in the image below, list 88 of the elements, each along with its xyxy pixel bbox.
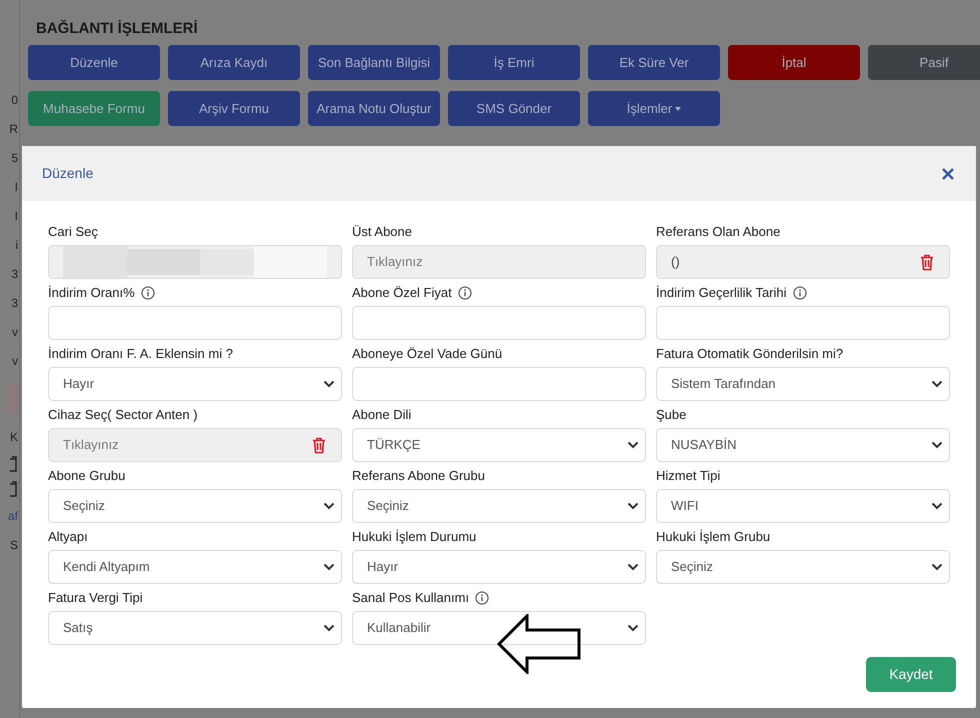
field-label: Referans Olan Abone: [656, 222, 780, 241]
input-field[interactable]: [352, 306, 646, 340]
chevron-down-icon: [323, 380, 335, 388]
input-field[interactable]: [48, 306, 342, 340]
chevron-down-icon: [323, 502, 335, 510]
chevron-down-icon: [627, 563, 639, 571]
sidebar-text: I: [14, 208, 18, 225]
field-label: İndirim Geçerlilik Tarihi: [656, 284, 787, 302]
select-field[interactable]: TÜRKÇE: [352, 428, 646, 462]
action-button[interactable]: Arıza Kaydı: [168, 45, 300, 80]
chevron-down-icon: [627, 624, 639, 632]
picker-field[interactable]: Tıklayınız: [48, 428, 342, 462]
select-field[interactable]: Seçiniz: [48, 489, 342, 523]
sidebar-text: v: [12, 324, 18, 341]
picker-field[interactable]: Tıklayınız: [352, 245, 646, 279]
action-button[interactable]: Arşiv Formu: [168, 91, 300, 126]
input-field[interactable]: [352, 367, 646, 401]
field-label: Hukuki İşlem Durumu: [352, 528, 476, 546]
trash-icon[interactable]: [919, 254, 935, 270]
select-field[interactable]: Kullanabilir: [352, 611, 646, 645]
field-label: İndirim Oranı%: [48, 284, 135, 302]
field-label: Hukuki İşlem Grubu: [656, 528, 770, 546]
sidebar-text: I: [14, 179, 18, 196]
action-button[interactable]: Muhasebe Formu: [28, 91, 160, 126]
field-label: Referans Abone Grubu: [352, 466, 485, 485]
field-label: İndirim Oranı F. A. Eklensin mi ?: [48, 344, 233, 363]
select-field[interactable]: Seçiniz: [656, 550, 950, 584]
chevron-down-icon: [931, 380, 943, 388]
select-field[interactable]: Satış: [48, 611, 342, 645]
picker-field[interactable]: (): [656, 245, 950, 279]
chevron-down-icon: [323, 563, 335, 571]
select-field[interactable]: Hayır: [48, 367, 342, 401]
action-button[interactable]: İptal: [728, 45, 860, 80]
chevron-down-icon: [931, 441, 943, 449]
action-button[interactable]: Ek Süre Ver: [588, 45, 720, 80]
field-placeholder: Tıklayınız: [63, 436, 119, 454]
field-label: Şube: [656, 406, 686, 424]
field-placeholder: Tıklayınız: [367, 253, 423, 272]
sidebar-text: K: [10, 429, 18, 446]
select-field[interactable]: WIFI: [656, 489, 950, 523]
select-field[interactable]: Kendi Altyapım: [48, 550, 342, 584]
field-label: Üst Abone: [352, 222, 412, 241]
field-label: Sanal Pos Kullanımı: [352, 588, 470, 607]
trash-icon[interactable]: [311, 436, 327, 454]
chevron-down-icon: [627, 502, 639, 510]
modal-title: Düzenle: [42, 164, 94, 183]
chevron-down-icon: [931, 502, 943, 510]
sidebar-text: 3: [11, 266, 18, 283]
clipboard-icon: [10, 481, 18, 497]
sidebar-text: i: [15, 237, 18, 254]
field-label: Abone Özel Fiyat: [352, 284, 452, 302]
action-button[interactable]: İşlemler: [588, 91, 720, 126]
page-title: BAĞLANTI İŞLEMLERİ: [35, 18, 199, 39]
close-icon[interactable]: [942, 168, 954, 180]
clipboard-icon: [10, 456, 18, 472]
field-label: Cihaz Seç( Sector Anten ): [48, 406, 198, 424]
field-label: Fatura Otomatik Gönderilsin mi?: [656, 344, 844, 363]
sidebar-text: R: [9, 121, 18, 138]
action-button[interactable]: Arama Notu Oluştur: [308, 91, 440, 126]
action-button[interactable]: Pasif: [868, 45, 980, 80]
blurred-field[interactable]: [48, 245, 342, 279]
select-field[interactable]: Seçiniz: [352, 489, 646, 523]
sidebar-text: v: [12, 353, 18, 370]
sidebar-text: S: [10, 537, 18, 554]
action-button[interactable]: Son Bağlantı Bilgisi: [308, 45, 440, 80]
field-label: Fatura Vergi Tipi: [48, 588, 143, 607]
select-field[interactable]: Sistem Tarafından: [656, 367, 950, 401]
field-label: Abone Dili: [352, 406, 412, 424]
sidebar-text: 3: [11, 295, 18, 312]
chevron-down-icon: [931, 563, 943, 571]
field-label: Altyapı: [48, 528, 88, 546]
action-button[interactable]: İş Emri: [448, 45, 580, 80]
field-label: Aboneye Özel Vade Günü: [352, 344, 502, 363]
chevron-down-icon: [323, 624, 335, 632]
input-field[interactable]: [656, 306, 950, 340]
field-value: (): [671, 253, 680, 272]
field-label: Cari Seç: [48, 222, 98, 241]
action-button[interactable]: Düzenle: [28, 45, 160, 80]
sidebar-text: 5: [11, 150, 18, 167]
action-button[interactable]: SMS Gönder: [448, 91, 580, 126]
save-button[interactable]: Kaydet: [866, 657, 956, 692]
field-label: Hizmet Tipi: [656, 466, 720, 485]
sidebar-text: 0: [11, 92, 18, 109]
chevron-down-icon: [627, 441, 639, 449]
sidebar-link[interactable]: af: [8, 506, 18, 526]
field-label: Abone Grubu: [48, 466, 126, 485]
select-field[interactable]: NUSAYBİN: [656, 428, 950, 462]
select-field[interactable]: Hayır: [352, 550, 646, 584]
